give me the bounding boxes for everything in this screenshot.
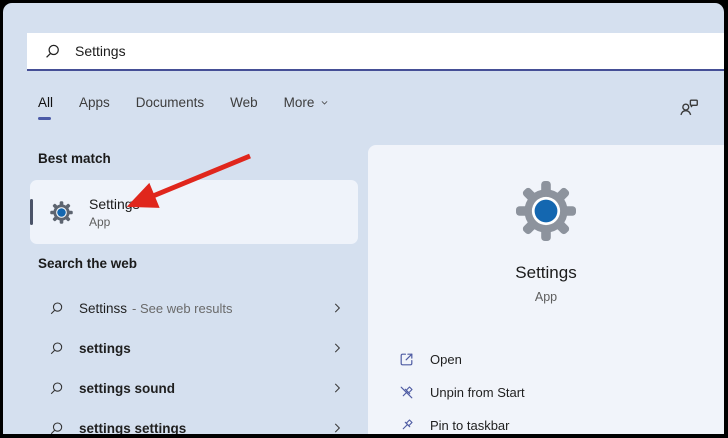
preview-actions: Open Unpin from Start Pin to taskbar <box>398 343 714 434</box>
see-web-results-label: - See web results <box>132 300 233 316</box>
best-match-subtitle: App <box>89 214 111 229</box>
search-icon <box>50 381 63 394</box>
web-suggestion-settings-sound[interactable]: settings sound <box>30 368 358 408</box>
best-match-heading: Best match <box>38 151 111 166</box>
web-suggestion-settings[interactable]: settings <box>30 328 358 368</box>
pin-icon <box>402 419 413 430</box>
open-action[interactable]: Open <box>398 343 714 376</box>
tab-more[interactable]: More <box>284 95 330 120</box>
settings-gear-icon <box>50 200 73 224</box>
active-tab-underline <box>38 117 52 120</box>
preview-title: Settings <box>515 263 577 282</box>
unpin-from-start-action[interactable]: Unpin from Start <box>398 376 714 409</box>
search-icon <box>50 301 63 314</box>
web-suggestion-settinss[interactable]: Settinss - See web results <box>30 288 358 328</box>
search-flyout-window: All Apps Documents Web More Best match <box>3 3 724 434</box>
web-suggestion-settings-settings[interactable]: settings settings <box>30 408 358 434</box>
chevron-down-icon <box>321 101 328 105</box>
unpin-icon <box>400 386 413 399</box>
chevron-right-icon[interactable] <box>330 301 344 315</box>
result-preview-panel: Settings App Open Unpin from Start Pin t… <box>368 145 724 434</box>
search-icon <box>46 44 59 58</box>
tab-apps[interactable]: Apps <box>79 95 110 120</box>
search-bar[interactable] <box>27 33 724 71</box>
tab-all[interactable]: All <box>38 95 53 120</box>
tab-documents[interactable]: Documents <box>136 95 204 120</box>
chevron-right-icon[interactable] <box>330 381 344 395</box>
search-icon <box>50 341 63 354</box>
settings-gear-icon-large <box>516 181 576 241</box>
selection-indicator <box>30 199 33 225</box>
search-filter-tabs: All Apps Documents Web More <box>38 95 329 120</box>
search-icon <box>50 421 63 434</box>
best-match-title: Settings <box>89 195 140 212</box>
best-match-result-settings[interactable]: Settings App <box>30 180 358 244</box>
pin-to-taskbar-action[interactable]: Pin to taskbar <box>398 409 714 434</box>
web-suggestions-list: Settinss - See web results settings sett… <box>30 288 358 434</box>
person-chat-icon <box>680 99 698 116</box>
tab-web[interactable]: Web <box>230 95 258 120</box>
search-web-heading: Search the web <box>38 256 138 271</box>
preview-subtitle: App <box>534 290 558 304</box>
chevron-right-icon[interactable] <box>330 341 344 355</box>
open-external-icon <box>400 353 413 366</box>
chevron-right-icon[interactable] <box>330 421 344 434</box>
search-input[interactable] <box>75 43 620 59</box>
user-account-button[interactable] <box>678 97 700 124</box>
